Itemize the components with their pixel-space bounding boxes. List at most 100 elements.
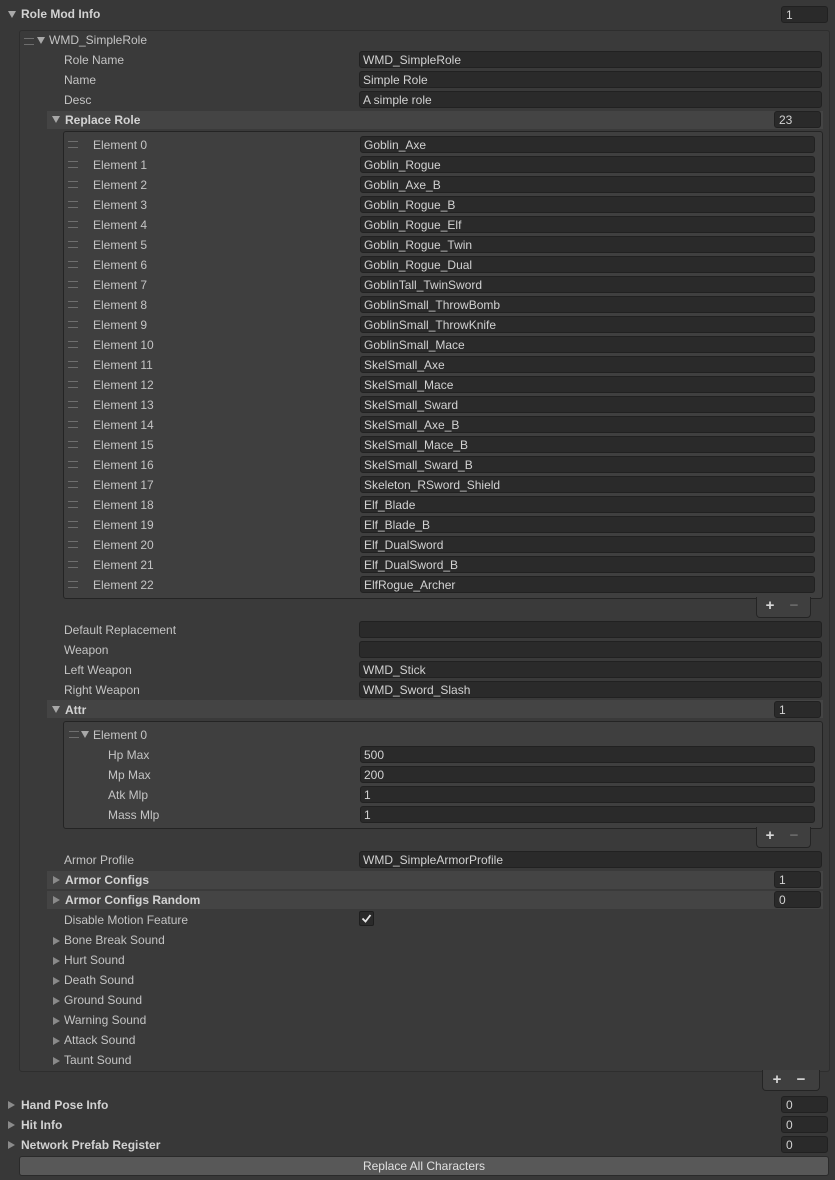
- sound-foldout-label[interactable]: Attack Sound: [64, 1033, 135, 1047]
- drag-handle-icon[interactable]: [68, 141, 78, 148]
- remove-element-button[interactable]: −: [785, 826, 803, 846]
- replace-role-header[interactable]: [47, 111, 823, 129]
- foldout-closed-icon[interactable]: [8, 1141, 15, 1149]
- role-element-field[interactable]: Goblin_Axe: [360, 136, 815, 153]
- role-mod-info-count[interactable]: 1: [781, 6, 828, 23]
- number-field[interactable]: 1: [360, 806, 815, 823]
- foldout-closed-icon[interactable]: [53, 876, 60, 884]
- sound-foldout-label[interactable]: Taunt Sound: [64, 1053, 131, 1067]
- add-role-button[interactable]: +: [768, 1070, 786, 1090]
- foldout-closed-icon[interactable]: [53, 977, 60, 985]
- sound-foldout-label[interactable]: Death Sound: [64, 973, 134, 987]
- drag-handle-icon[interactable]: [68, 321, 78, 328]
- disable-motion-checkbox[interactable]: [359, 911, 374, 926]
- foldout-open-icon[interactable]: [8, 11, 16, 18]
- drag-handle-icon[interactable]: [68, 341, 78, 348]
- drag-handle-icon[interactable]: [68, 221, 78, 228]
- role-element-field[interactable]: SkelSmall_Mace: [360, 376, 815, 393]
- drag-handle-icon[interactable]: [68, 381, 78, 388]
- role-element-field[interactable]: ElfRogue_Archer: [360, 576, 815, 593]
- drag-handle-icon[interactable]: [68, 501, 78, 508]
- drag-handle-icon[interactable]: [68, 561, 78, 568]
- armor-configs-label[interactable]: Armor Configs: [65, 873, 149, 887]
- foldout-open-icon[interactable]: [81, 731, 89, 738]
- attr-count[interactable]: 1: [774, 701, 821, 718]
- drag-handle-icon[interactable]: [68, 401, 78, 408]
- foldout-closed-icon[interactable]: [53, 1037, 60, 1045]
- foldout-closed-icon[interactable]: [53, 937, 60, 945]
- drag-handle-icon[interactable]: [68, 581, 78, 588]
- foldout-closed-icon[interactable]: [8, 1121, 15, 1129]
- replace-role-count[interactable]: 23: [774, 111, 821, 128]
- foldout-closed-icon[interactable]: [53, 1057, 60, 1065]
- text-field[interactable]: Simple Role: [359, 71, 822, 88]
- drag-handle-icon[interactable]: [68, 241, 78, 248]
- role-item-title[interactable]: WMD_SimpleRole: [49, 33, 147, 47]
- role-element-field[interactable]: Goblin_Rogue_Elf: [360, 216, 815, 233]
- bottom-foldout-label[interactable]: Hand Pose Info: [21, 1098, 108, 1112]
- attr-header[interactable]: [47, 700, 823, 718]
- drag-handle-icon[interactable]: [68, 181, 78, 188]
- object-field[interactable]: [359, 641, 822, 658]
- sound-foldout-label[interactable]: Warning Sound: [64, 1013, 146, 1027]
- role-element-field[interactable]: SkelSmall_Axe_B: [360, 416, 815, 433]
- sound-foldout-label[interactable]: Ground Sound: [64, 993, 142, 1007]
- drag-handle-icon[interactable]: [68, 461, 78, 468]
- armor-configs-count[interactable]: 1: [774, 871, 821, 888]
- drag-handle-icon[interactable]: [68, 541, 78, 548]
- drag-handle-icon[interactable]: [68, 441, 78, 448]
- replace-role-label[interactable]: Replace Role: [65, 113, 140, 127]
- sound-foldout-label[interactable]: Hurt Sound: [64, 953, 125, 967]
- sound-foldout-label[interactable]: Bone Break Sound: [64, 933, 165, 947]
- role-element-field[interactable]: Elf_DualSword_B: [360, 556, 815, 573]
- object-field[interactable]: WMD_Sword_Slash: [359, 681, 822, 698]
- number-field[interactable]: 1: [360, 786, 815, 803]
- attr-element-label[interactable]: Element 0: [93, 728, 147, 742]
- drag-handle-icon[interactable]: [68, 301, 78, 308]
- drag-handle-icon[interactable]: [24, 38, 34, 45]
- foldout-closed-icon[interactable]: [8, 1101, 15, 1109]
- role-element-field[interactable]: Elf_Blade: [360, 496, 815, 513]
- role-element-field[interactable]: GoblinSmall_Mace: [360, 336, 815, 353]
- role-element-field[interactable]: Elf_DualSword: [360, 536, 815, 553]
- object-field[interactable]: [359, 621, 822, 638]
- role-element-field[interactable]: Skeleton_RSword_Shield: [360, 476, 815, 493]
- role-element-field[interactable]: Elf_Blade_B: [360, 516, 815, 533]
- foldout-open-icon[interactable]: [37, 37, 45, 44]
- drag-handle-icon[interactable]: [68, 161, 78, 168]
- armor-profile-field[interactable]: WMD_SimpleArmorProfile: [359, 851, 822, 868]
- armor-configs-header[interactable]: [47, 871, 823, 889]
- role-element-field[interactable]: Goblin_Axe_B: [360, 176, 815, 193]
- bottom-foldout-count[interactable]: 0: [781, 1116, 828, 1133]
- drag-handle-icon[interactable]: [68, 261, 78, 268]
- remove-element-button[interactable]: −: [785, 596, 803, 616]
- foldout-closed-icon[interactable]: [53, 1017, 60, 1025]
- foldout-open-icon[interactable]: [52, 706, 60, 713]
- armor-configs-random-count[interactable]: 0: [774, 891, 821, 908]
- text-field[interactable]: WMD_SimpleRole: [359, 51, 822, 68]
- bottom-foldout-label[interactable]: Network Prefab Register: [21, 1138, 160, 1152]
- bottom-foldout-count[interactable]: 0: [781, 1136, 828, 1153]
- foldout-closed-icon[interactable]: [53, 957, 60, 965]
- role-element-field[interactable]: SkelSmall_Sward: [360, 396, 815, 413]
- role-element-field[interactable]: Goblin_Rogue_Dual: [360, 256, 815, 273]
- role-element-field[interactable]: Goblin_Rogue_B: [360, 196, 815, 213]
- armor-configs-random-label[interactable]: Armor Configs Random: [65, 893, 200, 907]
- replace-all-characters-button[interactable]: Replace All Characters: [19, 1156, 829, 1176]
- drag-handle-icon[interactable]: [68, 361, 78, 368]
- role-element-field[interactable]: GoblinSmall_ThrowBomb: [360, 296, 815, 313]
- role-element-field[interactable]: SkelSmall_Axe: [360, 356, 815, 373]
- role-element-field[interactable]: Goblin_Rogue: [360, 156, 815, 173]
- number-field[interactable]: 200: [360, 766, 815, 783]
- number-field[interactable]: 500: [360, 746, 815, 763]
- foldout-closed-icon[interactable]: [53, 896, 60, 904]
- drag-handle-icon[interactable]: [68, 281, 78, 288]
- attr-label[interactable]: Attr: [65, 703, 86, 717]
- drag-handle-icon[interactable]: [68, 421, 78, 428]
- role-mod-info-label[interactable]: Role Mod Info: [21, 7, 100, 21]
- role-element-field[interactable]: SkelSmall_Mace_B: [360, 436, 815, 453]
- role-element-field[interactable]: GoblinSmall_ThrowKnife: [360, 316, 815, 333]
- drag-handle-icon[interactable]: [69, 731, 79, 738]
- add-element-button[interactable]: +: [761, 826, 779, 846]
- add-element-button[interactable]: +: [761, 596, 779, 616]
